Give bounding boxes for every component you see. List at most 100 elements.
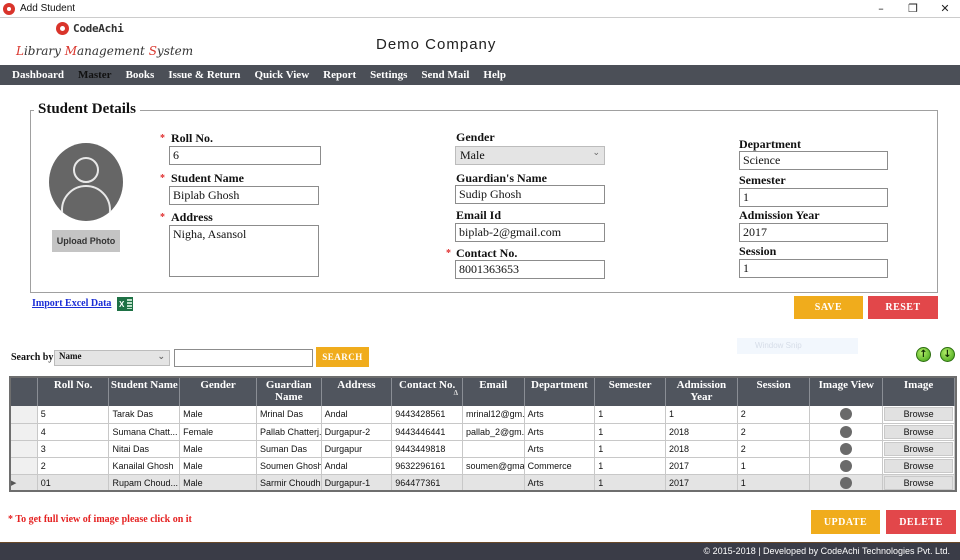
- table-row[interactable]: ▶01Rupam Choud...MaleSarmir Choudh...Dur…: [11, 474, 955, 490]
- row-header[interactable]: [11, 457, 38, 475]
- cell-guardian-name[interactable]: Soumen Ghosh: [256, 457, 322, 475]
- cell-email[interactable]: [462, 474, 525, 490]
- cell-department[interactable]: Arts: [524, 440, 596, 458]
- cell-image-view[interactable]: [809, 440, 884, 458]
- cell-semester[interactable]: 1: [594, 440, 666, 458]
- student-thumbnail-icon[interactable]: [840, 459, 853, 472]
- table-row[interactable]: 4 Sumana Chatt... Female Pallab Chatterj...…: [11, 423, 955, 441]
- student-thumbnail-icon[interactable]: [840, 425, 853, 438]
- cell-department[interactable]: Arts: [524, 406, 596, 424]
- roll-no-input[interactable]: 6: [169, 146, 321, 165]
- cell-gender[interactable]: Male: [179, 406, 257, 424]
- cell-email[interactable]: soumen@gma...: [462, 457, 525, 475]
- search-button[interactable]: SEARCH: [316, 347, 369, 367]
- browse-button[interactable]: Browse: [884, 424, 953, 439]
- move-down-icon[interactable]: ↓: [940, 347, 955, 362]
- col-gender[interactable]: Gender: [179, 378, 257, 406]
- cell-admission-year[interactable]: 2018: [665, 440, 738, 458]
- cell-roll-no[interactable]: 01: [37, 474, 110, 490]
- cell-contact-no[interactable]: 9443428561: [391, 406, 463, 424]
- guardian-name-input[interactable]: Sudip Ghosh: [455, 185, 605, 204]
- cell-gender[interactable]: Male: [179, 440, 257, 458]
- address-input[interactable]: Nigha, Asansol: [169, 225, 319, 277]
- cell-contact-no[interactable]: 9443446441: [391, 423, 463, 441]
- semester-input[interactable]: 1: [739, 188, 888, 207]
- col-roll-no[interactable]: Roll No.: [37, 378, 110, 406]
- cell-department[interactable]: Commerce: [524, 457, 596, 475]
- cell-guardian-name[interactable]: Mrinal Das: [256, 406, 322, 424]
- reset-button[interactable]: RESET: [868, 296, 938, 319]
- cell-address[interactable]: Andal: [321, 406, 393, 424]
- cell-student-name[interactable]: Rupam Choud...: [108, 474, 181, 490]
- menu-report[interactable]: Report: [323, 69, 356, 81]
- col-session[interactable]: Session: [737, 378, 811, 406]
- menu-send-mail[interactable]: Send Mail: [421, 69, 469, 81]
- browse-button[interactable]: Browse: [884, 458, 953, 473]
- col-admission-year[interactable]: Admission Year: [665, 378, 738, 406]
- cell-address[interactable]: Andal: [321, 457, 393, 475]
- cell-image-view[interactable]: [809, 457, 884, 475]
- cell-contact-no[interactable]: 9632296161: [391, 457, 463, 475]
- cell-session[interactable]: 2: [737, 440, 811, 458]
- cell-semester[interactable]: 1: [594, 423, 666, 441]
- excel-icon[interactable]: X: [117, 297, 133, 311]
- search-field-select[interactable]: Name ⌄: [54, 350, 170, 366]
- cell-gender[interactable]: Female: [179, 423, 257, 441]
- cell-email[interactable]: mrinal12@gm...: [462, 406, 525, 424]
- menu-books[interactable]: Books: [126, 69, 155, 81]
- cell-admission-year[interactable]: 1: [665, 406, 738, 424]
- cell-email[interactable]: pallab_2@gm...: [462, 423, 525, 441]
- cell-student-name[interactable]: Kanailal Ghosh: [108, 457, 181, 475]
- student-thumbnail-icon[interactable]: [840, 442, 853, 455]
- search-input[interactable]: [174, 349, 313, 367]
- table-row[interactable]: 5 Tarak Das Male Mrinal Das Andal 9443428561 m…: [11, 406, 955, 424]
- delete-button[interactable]: DELETE: [886, 510, 956, 534]
- cell-session[interactable]: 2: [737, 406, 811, 424]
- cell-admission-year[interactable]: 2017: [665, 474, 738, 490]
- menu-help[interactable]: Help: [483, 69, 506, 81]
- move-up-icon[interactable]: ↑: [916, 347, 931, 362]
- cell-student-name[interactable]: Sumana Chatt...: [108, 423, 181, 441]
- row-header[interactable]: [11, 423, 38, 441]
- cell-image-view[interactable]: [809, 474, 884, 490]
- cell-contact-no[interactable]: 964477361: [391, 474, 463, 490]
- col-department[interactable]: Department: [524, 378, 596, 406]
- department-input[interactable]: Science: [739, 151, 888, 170]
- table-row[interactable]: 2 Kanailal Ghosh Male Soumen Ghosh Andal 9632…: [11, 457, 955, 475]
- cell-roll-no[interactable]: 3: [37, 440, 110, 458]
- cell-roll-no[interactable]: 5: [37, 406, 110, 424]
- cell-contact-no[interactable]: 9443449818: [391, 440, 463, 458]
- col-image-view[interactable]: Image View: [809, 378, 884, 406]
- browse-button[interactable]: Browse: [884, 475, 953, 490]
- cell-semester[interactable]: 1: [594, 474, 666, 490]
- cell-student-name[interactable]: Tarak Das: [108, 406, 181, 424]
- cell-address[interactable]: Durgapur-2: [321, 423, 393, 441]
- email-input[interactable]: biplab-2@gmail.com: [455, 223, 605, 242]
- student-name-input[interactable]: Biplab Ghosh: [169, 186, 319, 205]
- row-header[interactable]: [11, 440, 38, 458]
- student-thumbnail-icon[interactable]: [840, 408, 853, 421]
- minimize-button[interactable]: –: [866, 0, 896, 17]
- current-row-indicator[interactable]: ▶: [11, 474, 38, 490]
- col-email[interactable]: Email: [462, 378, 525, 406]
- cell-image-view[interactable]: [809, 423, 884, 441]
- cell-admission-year[interactable]: 2017: [665, 457, 738, 475]
- cell-guardian-name[interactable]: Sarmir Choudh...: [256, 474, 322, 490]
- col-semester[interactable]: Semester: [594, 378, 666, 406]
- upload-photo-button[interactable]: Upload Photo: [52, 230, 120, 252]
- cell-semester[interactable]: 1: [594, 406, 666, 424]
- cell-session[interactable]: 1: [737, 457, 811, 475]
- gender-select[interactable]: Male ⌄: [455, 146, 605, 165]
- table-row[interactable]: 3 Nitai Das Male Suman Das Durgapur 944344981…: [11, 440, 955, 458]
- student-photo[interactable]: [49, 143, 123, 221]
- cell-roll-no[interactable]: 2: [37, 457, 110, 475]
- contact-input[interactable]: 8001363653: [455, 260, 605, 279]
- menu-master[interactable]: Master: [78, 69, 112, 81]
- cell-gender[interactable]: Male: [179, 457, 257, 475]
- cell-email[interactable]: [462, 440, 525, 458]
- update-button[interactable]: UPDATE: [811, 510, 880, 534]
- menu-quick-view[interactable]: Quick View: [254, 69, 309, 81]
- menu-dashboard[interactable]: Dashboard: [12, 69, 64, 81]
- cell-roll-no[interactable]: 4: [37, 423, 110, 441]
- cell-student-name[interactable]: Nitai Das: [108, 440, 181, 458]
